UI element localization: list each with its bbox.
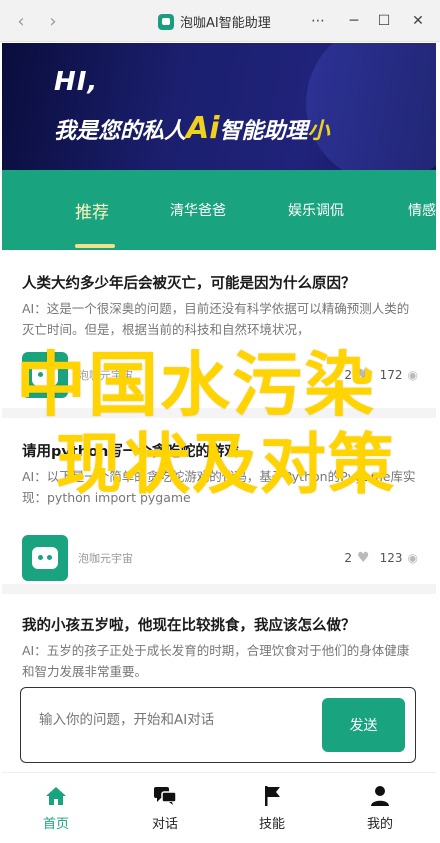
nav-home[interactable]: 首页 [26, 785, 86, 832]
banner-greeting: HI, [54, 67, 99, 97]
card-title: 人类大约多少年后会被灭亡，可能是因为什么原因？ [22, 276, 356, 292]
card-body: AI：这是一个很深奥的问题，目前还没有科学依据可以精确预测人类的灭亡时间。但是，… [22, 301, 410, 337]
card-author: 泡咖元宇宙 [78, 369, 133, 382]
user-icon [368, 785, 392, 807]
like-count[interactable]: 2 ♥ [344, 367, 369, 383]
question-input[interactable] [39, 710, 319, 730]
view-count: 123 ◉ [380, 551, 418, 565]
nav-skills[interactable]: 技能 [242, 785, 302, 832]
flag-icon [260, 785, 284, 807]
card-title: 请用python写一个贪吃蛇的游戏 [22, 444, 239, 460]
category-tabs: 推荐 清华爸爸 娱乐调侃 情感 [2, 170, 436, 250]
banner-tagline-ai: Ai [186, 111, 220, 146]
close-icon[interactable]: ✕ [406, 9, 430, 33]
more-menu-icon[interactable]: ⋯ [306, 9, 330, 33]
hero-banner: HI, 我是您的私人Ai智能助理小 [2, 43, 436, 170]
heart-icon: ♥ [357, 367, 370, 383]
home-icon [44, 785, 68, 807]
minimize-icon[interactable]: ─ [342, 9, 366, 33]
window-titlebar: ‹ › 泡咖AI智能助理 ⋯ ─ ☐ ✕ [0, 0, 440, 42]
window-title-text: 泡咖AI智能助理 [180, 16, 271, 31]
card-author: 泡咖元宇宙 [78, 552, 133, 565]
window-title: 泡咖AI智能助理 [158, 12, 271, 31]
card-body: AI：五岁的孩子正处于成长发育的时期，合理饮食对于他们的身体健康和智力发展非常重… [22, 643, 410, 679]
eye-icon: ◉ [407, 368, 418, 382]
bottom-navigation: 首页 对话 技能 我的 [2, 772, 436, 843]
view-count: 172 ◉ [380, 368, 418, 382]
avatar [22, 352, 68, 398]
banner-decoration [306, 43, 436, 170]
heart-icon: ♥ [357, 550, 370, 566]
nav-skills-label: 技能 [258, 817, 285, 832]
maximize-icon[interactable]: ☐ [372, 9, 396, 33]
chat-icon [153, 785, 177, 807]
card-title: 我的小孩五岁啦，他现在比较挑食，我应该怎么做？ [22, 618, 356, 634]
send-button[interactable]: 发送 [322, 698, 405, 752]
like-count[interactable]: 2 ♥ [344, 550, 369, 566]
nav-chat[interactable]: 对话 [135, 785, 195, 832]
view-count-value: 172 [379, 368, 403, 382]
nav-mine-label: 我的 [366, 817, 393, 832]
tab-tsinghua-dad[interactable]: 清华爸爸 [170, 170, 226, 250]
list-item[interactable]: 人类大约多少年后会被灭亡，可能是因为什么原因？ AI：这是一个很深奥的问题，目前… [2, 250, 436, 398]
nav-mine[interactable]: 我的 [350, 785, 410, 832]
app-logo-icon [158, 13, 174, 30]
avatar [22, 535, 68, 581]
tab-entertainment[interactable]: 娱乐调侃 [288, 170, 344, 250]
forward-arrow-icon[interactable]: › [42, 10, 64, 32]
nav-chat-label: 对话 [151, 817, 178, 832]
banner-tagline-suffix: 智能助理 [219, 119, 308, 144]
card-meta: 泡咖元宇宙 2 ♥ 123 ◉ [22, 535, 418, 581]
list-item[interactable]: 请用python写一个贪吃蛇的游戏 AI：以下是一个简单的贪吃蛇游戏的代码，基于… [2, 418, 436, 584]
active-tab-indicator [75, 244, 115, 248]
chat-input-box: 发送 [20, 687, 416, 763]
card-meta: 泡咖元宇宙 2 ♥ 172 ◉ [22, 352, 418, 398]
robot-icon [32, 547, 58, 569]
tab-emotion[interactable]: 情感 [408, 170, 436, 250]
nav-home-label: 首页 [42, 817, 69, 832]
card-body: AI：以下是一个简单的贪吃蛇游戏的代码，基于Python的Pygame库实现：p… [22, 469, 416, 505]
banner-tagline: 我是您的私人Ai智能助理小 [54, 111, 330, 146]
divider [2, 584, 436, 594]
banner-tagline-prefix: 我是您的私人 [54, 119, 187, 144]
divider [2, 408, 436, 418]
eye-icon: ◉ [407, 551, 418, 565]
like-count-value: 2 [344, 551, 353, 565]
tab-recommend[interactable]: 推荐 [75, 170, 109, 250]
back-arrow-icon[interactable]: ‹ [10, 10, 32, 32]
robot-icon [32, 364, 58, 386]
banner-tagline-cut: 小 [307, 119, 330, 144]
view-count-value: 123 [379, 551, 403, 565]
like-count-value: 2 [344, 368, 353, 382]
